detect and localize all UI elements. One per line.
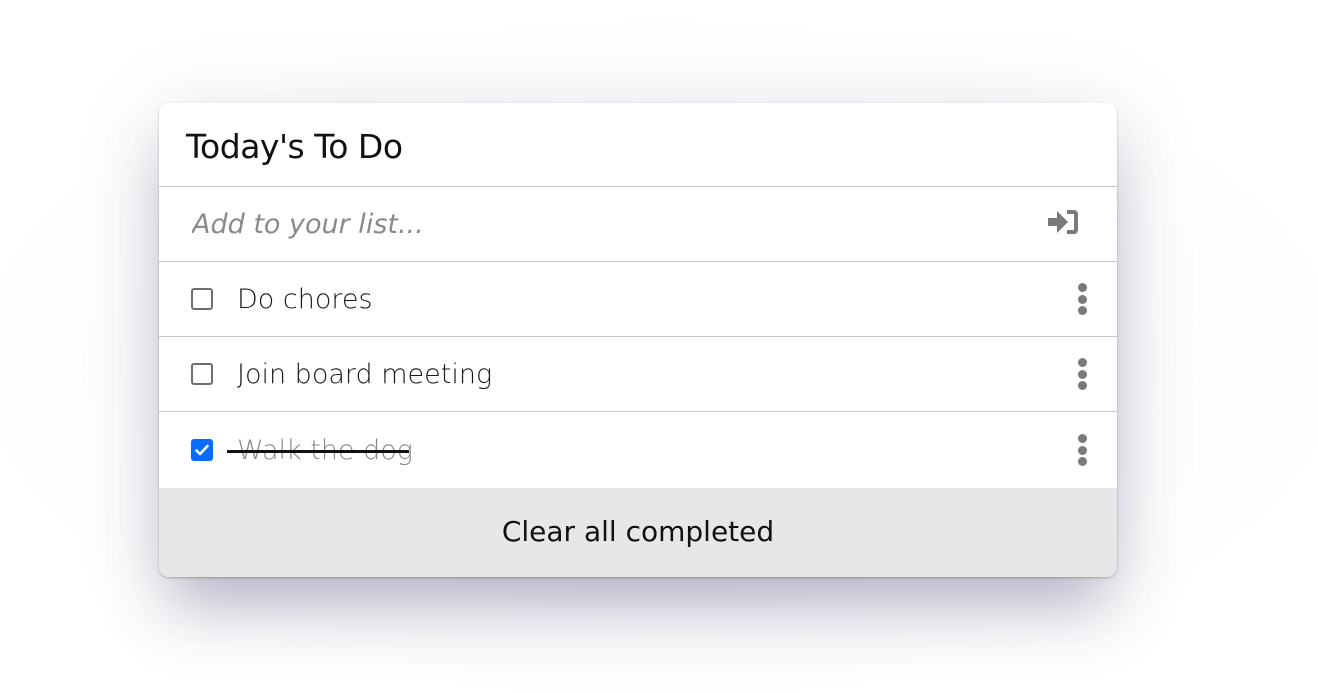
add-item-row — [159, 186, 1117, 262]
todo-checkbox-checked[interactable] — [191, 439, 213, 461]
more-vertical-icon — [1077, 358, 1087, 367]
add-item-button[interactable] — [1047, 187, 1117, 261]
sign-in-icon — [1047, 209, 1079, 239]
strikethrough-line — [227, 450, 409, 453]
todo-checkbox[interactable] — [191, 288, 213, 310]
todo-card: Today's To Do Do chores — [159, 103, 1117, 577]
item-more-button[interactable] — [1074, 283, 1090, 315]
item-more-button[interactable] — [1074, 434, 1090, 466]
todo-item-label: Join board meeting — [237, 358, 493, 390]
more-vertical-icon — [1077, 434, 1087, 443]
card-title: Today's To Do — [159, 103, 1117, 187]
item-more-button[interactable] — [1074, 358, 1090, 390]
todo-item-label: Do chores — [237, 283, 373, 315]
checkmark-icon — [195, 444, 209, 456]
clear-completed-button[interactable]: Clear all completed — [159, 488, 1117, 577]
todo-item: Do chores — [159, 262, 1117, 337]
page-background: Today's To Do Do chores — [0, 0, 1318, 693]
todo-item-completed: Walk the dog — [159, 412, 1117, 488]
todo-item: Join board meeting — [159, 337, 1117, 412]
todo-checkbox[interactable] — [191, 363, 213, 385]
more-vertical-icon — [1077, 283, 1087, 292]
add-item-input[interactable] — [159, 186, 1047, 262]
